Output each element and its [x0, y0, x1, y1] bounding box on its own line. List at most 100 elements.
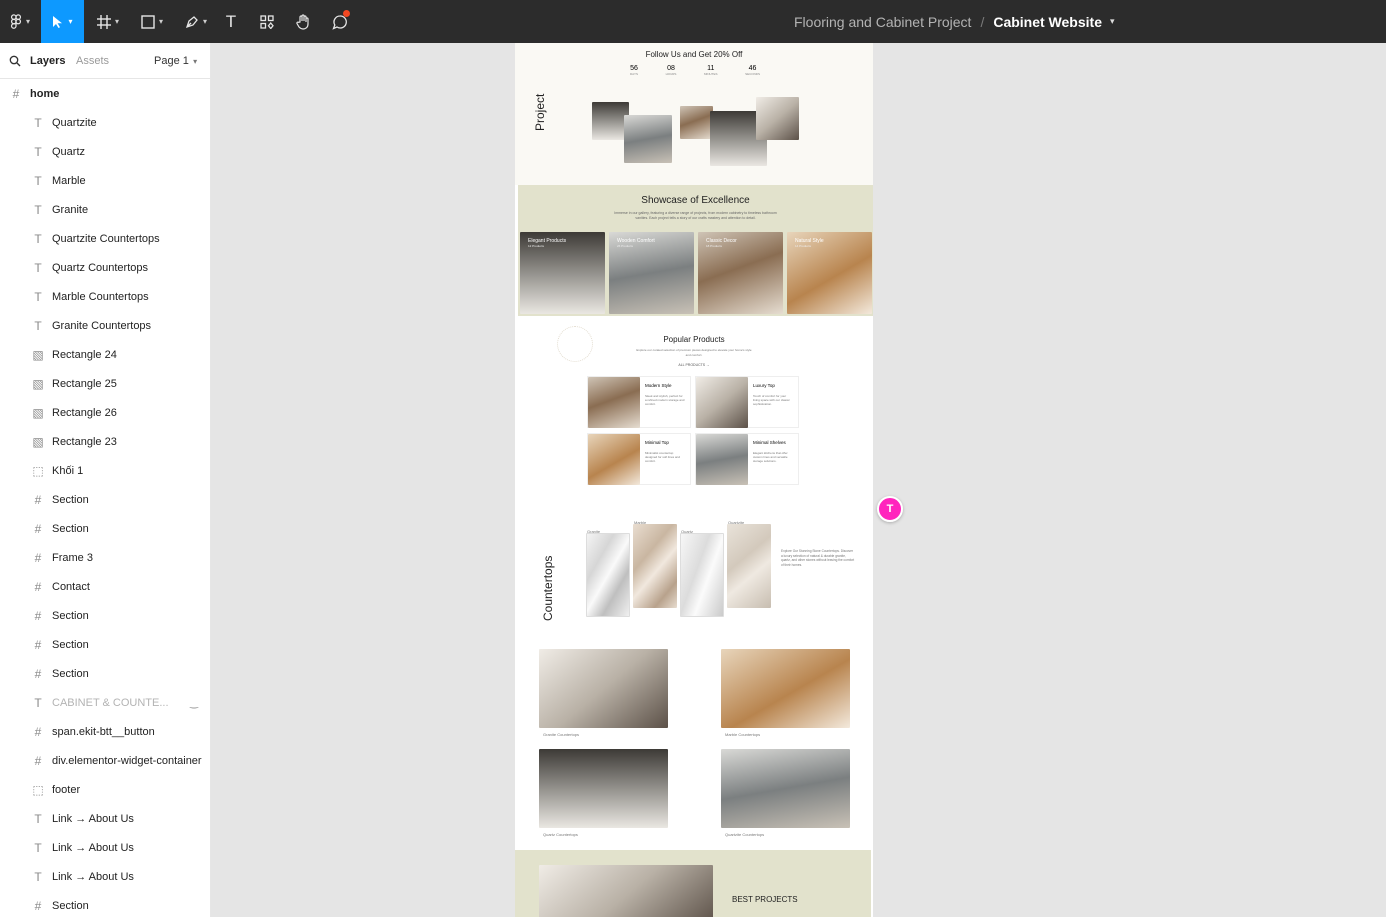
canvas[interactable]: Follow Us and Get 20% Off 56 DAYS 08 HOURS… [211, 43, 1386, 917]
text-icon: T [34, 174, 42, 188]
layer-label: span.ekit-btt__button [52, 726, 155, 738]
layer-item[interactable]: # Section [0, 631, 210, 659]
page-selector[interactable]: Page 1 ▾ [154, 55, 197, 67]
move-tool-button[interactable]: ▾ [41, 0, 84, 43]
home-frame[interactable]: Follow Us and Get 20% Off 56 DAYS 08 HOURS… [515, 43, 873, 917]
product-card[interactable]: Luxury Top Touch of comfort for your liv… [695, 376, 799, 428]
product-card[interactable]: Minimal Top Minimalist countertop design… [587, 433, 691, 485]
layer-item[interactable]: T Marble Countertops [0, 283, 210, 311]
layer-item[interactable]: T Quartzite [0, 109, 210, 137]
frame-hash-icon: # [34, 493, 42, 507]
layer-item[interactable]: T Quartz Countertops [0, 254, 210, 282]
layer-label: Section [52, 668, 89, 680]
layer-label: Marble Countertops [52, 291, 149, 303]
tab-assets[interactable]: Assets [76, 55, 109, 67]
layer-item[interactable]: # Section [0, 602, 210, 630]
layer-item[interactable]: # span.ekit-btt__button [0, 718, 210, 746]
layer-label: Rectangle 24 [52, 349, 117, 361]
text-icon: T [34, 232, 42, 246]
gallery-caption: Granite Countertops [543, 732, 580, 737]
layer-item[interactable]: # Contact [0, 573, 210, 601]
all-products-link[interactable]: ALL PRODUCTS → [515, 363, 873, 367]
tab-layers[interactable]: Layers [30, 55, 65, 67]
layer-item[interactable]: T Link → About Us [0, 805, 210, 833]
resources-button[interactable] [254, 0, 280, 43]
layer-item[interactable]: ▧ Rectangle 23 [0, 428, 210, 456]
main-menu-button[interactable]: ▾ [0, 0, 40, 43]
layer-label: div.elementor-widget-container [52, 755, 202, 767]
stone-swatch [727, 524, 771, 608]
layer-home[interactable]: # home [0, 80, 210, 108]
layer-item[interactable]: T CABINET & COUNTE... ‿ [0, 689, 210, 717]
layer-item[interactable]: T Granite Countertops [0, 312, 210, 340]
text-icon: T [34, 696, 42, 710]
collaborator-avatar[interactable]: T [877, 496, 903, 522]
project-name[interactable]: Flooring and Cabinet Project [794, 14, 971, 30]
project-label: Project [533, 93, 547, 131]
layer-item[interactable]: ▧ Rectangle 24 [0, 341, 210, 369]
hidden-eye-icon[interactable]: ‿ [190, 698, 198, 709]
text-icon: T [34, 116, 42, 130]
frame-tool-button[interactable]: ▾ [88, 0, 128, 43]
gallery-image [721, 649, 850, 728]
product-title: Minimal Top [645, 440, 669, 445]
showcase-card[interactable]: Natural Style 14 Products [787, 232, 872, 314]
frame-hash-icon: # [12, 87, 20, 101]
text-icon: T [34, 261, 42, 275]
layer-item[interactable]: # div.elementor-widget-container [0, 747, 210, 775]
text-icon: T [34, 145, 42, 159]
gallery-image [539, 649, 668, 728]
text-icon: T [34, 290, 42, 304]
product-card[interactable]: Modern Style Sleek and stylish, perfect … [587, 376, 691, 428]
layer-item[interactable]: ⬚ Khối 1 [0, 457, 210, 485]
breadcrumb-separator: / [980, 13, 985, 30]
layer-item[interactable]: T Link → About Us [0, 834, 210, 862]
layer-item[interactable]: # Section [0, 892, 210, 917]
layer-item[interactable]: # Section [0, 486, 210, 514]
layer-item[interactable]: T Marble [0, 167, 210, 195]
layer-item[interactable]: T Quartz [0, 138, 210, 166]
layer-item[interactable]: ⬚ footer [0, 776, 210, 804]
layer-item[interactable]: ▧ Rectangle 25 [0, 370, 210, 398]
countertops-label: Countertops [541, 555, 555, 621]
showcase-title: Showcase of Excellence [641, 195, 750, 206]
layer-item[interactable]: # Frame 3 [0, 544, 210, 572]
product-title: Modern Style [645, 383, 672, 388]
layer-item[interactable]: # Section [0, 660, 210, 688]
stone-swatch [680, 533, 724, 617]
showcase-card[interactable]: Elegant Products 12 Products [520, 232, 605, 314]
gallery-caption: Marble Countertops [725, 732, 761, 737]
showcase-card[interactable]: Wooden Comfort 26 Products [609, 232, 694, 314]
frame-hash-icon: # [34, 667, 42, 681]
hand-tool-button[interactable] [290, 0, 316, 43]
file-name[interactable]: Cabinet Website [993, 14, 1102, 30]
frame-hash-icon: # [34, 754, 42, 768]
layer-item[interactable]: # Section [0, 515, 210, 543]
layer-label: Section [52, 523, 89, 535]
pen-icon [185, 15, 198, 28]
pen-tool-button[interactable]: ▾ [176, 0, 216, 43]
layer-item[interactable]: T Granite [0, 196, 210, 224]
frame-hash-icon: # [34, 551, 42, 565]
layer-label: Khối 1 [52, 465, 84, 477]
search-icon[interactable] [9, 54, 21, 72]
layer-item[interactable]: T Quartzite Countertops [0, 225, 210, 253]
product-card[interactable]: Minimal Shelves Elegant kitchens that of… [695, 433, 799, 485]
follow-title: Follow Us and Get 20% Off [645, 50, 743, 59]
text-icon: T [34, 841, 42, 855]
breadcrumb: Flooring and Cabinet Project / Cabinet W… [794, 0, 1115, 43]
layer-label: Marble [52, 175, 86, 187]
comment-tool-button[interactable] [326, 0, 354, 43]
showcase-card[interactable]: Classic Decor 18 Products [698, 232, 783, 314]
best-projects-image [539, 865, 713, 917]
layer-label: Contact [52, 581, 90, 593]
follow-section: Follow Us and Get 20% Off 56 DAYS 08 HOURS… [515, 43, 873, 185]
layer-label: Section [52, 494, 89, 506]
rectangle-icon [141, 14, 155, 29]
layer-item[interactable]: T Link → About Us [0, 863, 210, 891]
layer-label: Quartz [52, 146, 86, 158]
text-tool-button[interactable]: T [218, 0, 244, 43]
layer-item[interactable]: ▧ Rectangle 26 [0, 399, 210, 427]
chevron-down-icon[interactable]: ▾ [1110, 16, 1115, 27]
shape-tool-button[interactable]: ▾ [132, 0, 172, 43]
